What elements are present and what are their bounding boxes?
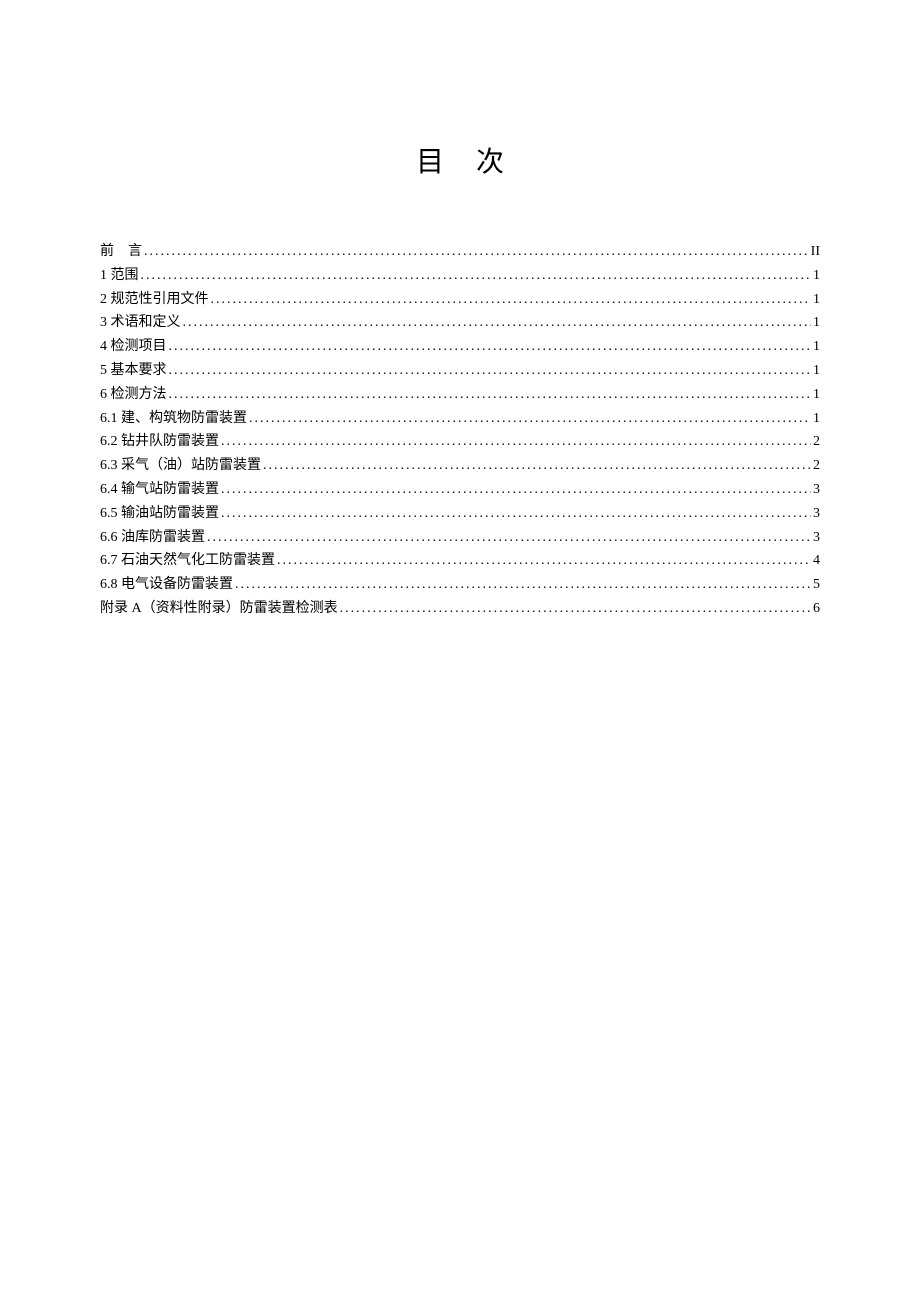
toc-leader-dots bbox=[221, 430, 811, 454]
toc-entry-label: 6.7 石油天然气化工防雷装置 bbox=[100, 549, 275, 573]
toc-entry-label: 6.5 输油站防雷装置 bbox=[100, 502, 219, 526]
toc-entry-page: 2 bbox=[813, 430, 820, 454]
toc-entry: 6.8 电气设备防雷装置 5 bbox=[100, 573, 820, 597]
toc-leader-dots bbox=[141, 264, 812, 288]
toc-entry-label: 6.6 油库防雷装置 bbox=[100, 526, 205, 550]
toc-entry: 2 规范性引用文件 1 bbox=[100, 288, 820, 312]
toc-leader-dots bbox=[207, 526, 811, 550]
toc-leader-dots bbox=[277, 549, 811, 573]
toc-entry: 前 言 II bbox=[100, 240, 820, 264]
toc-entry-page: 1 bbox=[813, 383, 820, 407]
toc-leader-dots bbox=[221, 478, 811, 502]
toc-entry-page: 3 bbox=[813, 502, 820, 526]
toc-entry-label: 6.1 建、构筑物防雷装置 bbox=[100, 407, 247, 431]
toc-leader-dots bbox=[263, 454, 811, 478]
toc-entry-label: 5 基本要求 bbox=[100, 359, 167, 383]
toc-entry-page: 5 bbox=[813, 573, 820, 597]
toc-entry-label: 附录 A（资料性附录）防雷装置检测表 bbox=[100, 597, 338, 621]
toc-entry-page: 6 bbox=[813, 597, 820, 621]
toc-entry-page: 1 bbox=[813, 288, 820, 312]
toc-entry-page: 2 bbox=[813, 454, 820, 478]
toc-entry-label: 6.4 输气站防雷装置 bbox=[100, 478, 219, 502]
toc-entry-label: 6.8 电气设备防雷装置 bbox=[100, 573, 233, 597]
toc-entry: 4 检测项目 1 bbox=[100, 335, 820, 359]
toc-entry: 6.3 采气（油）站防雷装置 2 bbox=[100, 454, 820, 478]
toc-entry-label: 3 术语和定义 bbox=[100, 311, 181, 335]
toc-entry: 6.6 油库防雷装置 3 bbox=[100, 526, 820, 550]
toc-entry: 3 术语和定义 1 bbox=[100, 311, 820, 335]
toc-leader-dots bbox=[211, 288, 812, 312]
toc-entry-page: 1 bbox=[813, 335, 820, 359]
toc-entry: 1 范围 1 bbox=[100, 264, 820, 288]
toc-entry-label: 前 言 bbox=[100, 240, 142, 264]
toc-entry-label: 6.2 钻井队防雷装置 bbox=[100, 430, 219, 454]
toc-entry: 6.1 建、构筑物防雷装置 1 bbox=[100, 407, 820, 431]
toc-entry: 6.5 输油站防雷装置 3 bbox=[100, 502, 820, 526]
toc-leader-dots bbox=[169, 383, 812, 407]
toc-entry-page: 3 bbox=[813, 478, 820, 502]
toc-leader-dots bbox=[183, 311, 812, 335]
toc-entry: 6.7 石油天然气化工防雷装置 4 bbox=[100, 549, 820, 573]
toc-entry-page: 1 bbox=[813, 359, 820, 383]
toc-leader-dots bbox=[144, 240, 809, 264]
toc-entry-page: 1 bbox=[813, 264, 820, 288]
toc-entry-label: 6.3 采气（油）站防雷装置 bbox=[100, 454, 261, 478]
toc-entry-label: 1 范围 bbox=[100, 264, 139, 288]
toc-leader-dots bbox=[340, 597, 811, 621]
toc-entry-page: 1 bbox=[813, 407, 820, 431]
toc-leader-dots bbox=[249, 407, 811, 431]
toc-entry: 5 基本要求 1 bbox=[100, 359, 820, 383]
toc-entry-label: 2 规范性引用文件 bbox=[100, 288, 209, 312]
toc-leader-dots bbox=[169, 359, 812, 383]
toc-entry: 6 检测方法 1 bbox=[100, 383, 820, 407]
toc-entry-page: 3 bbox=[813, 526, 820, 550]
toc-entry: 6.4 输气站防雷装置 3 bbox=[100, 478, 820, 502]
toc-leader-dots bbox=[169, 335, 812, 359]
toc-leader-dots bbox=[235, 573, 811, 597]
table-of-contents: 前 言II1 范围12 规范性引用文件13 术语和定义14 检测项目15 基本要… bbox=[100, 240, 820, 621]
toc-entry-page: II bbox=[811, 240, 820, 264]
toc-entry-label: 4 检测项目 bbox=[100, 335, 167, 359]
toc-leader-dots bbox=[221, 502, 811, 526]
toc-entry-label: 6 检测方法 bbox=[100, 383, 167, 407]
page-title: 目次 bbox=[100, 140, 820, 180]
toc-entry-page: 4 bbox=[813, 549, 820, 573]
toc-entry: 附录 A（资料性附录）防雷装置检测表 6 bbox=[100, 597, 820, 621]
toc-entry-page: 1 bbox=[813, 311, 820, 335]
toc-entry: 6.2 钻井队防雷装置 2 bbox=[100, 430, 820, 454]
